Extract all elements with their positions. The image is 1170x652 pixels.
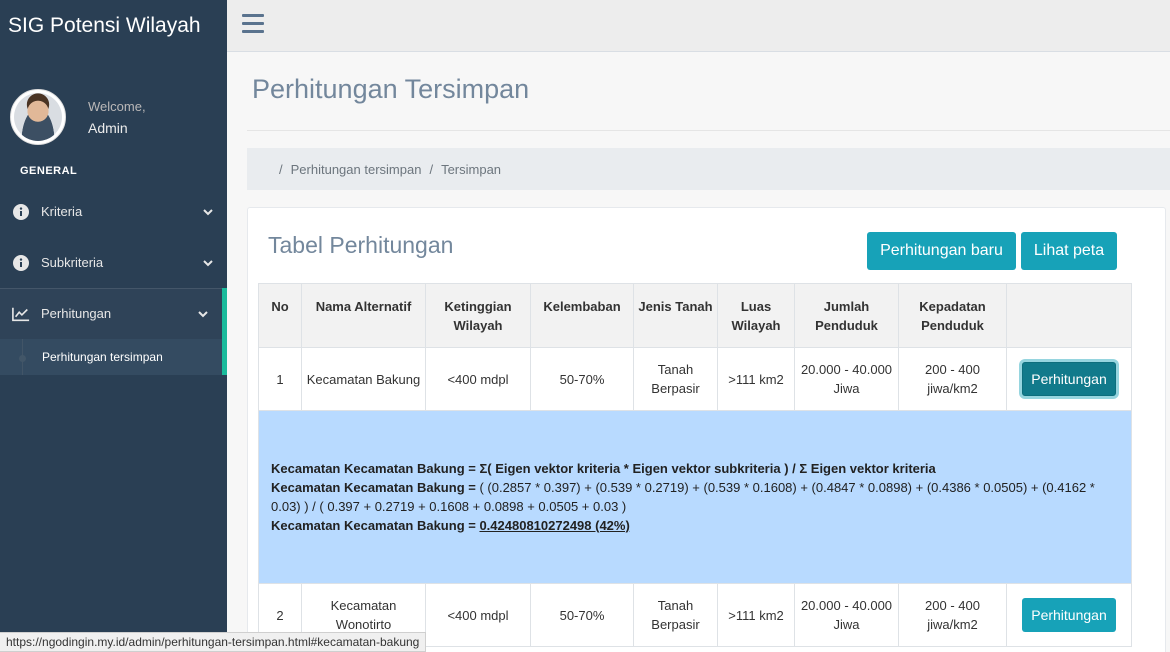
cell-luas: >111 km2 [717, 347, 795, 411]
new-calculation-button[interactable]: Perhitungan baru [867, 232, 1016, 270]
menu-toggle-icon[interactable] [242, 14, 264, 34]
column-header-jumlah-penduduk: Jumlah Penduduk [794, 283, 899, 348]
user-name: Admin [88, 119, 128, 136]
calculation-table: No Nama Alternatif Ketinggian Wilayah Ke… [258, 283, 1132, 647]
profile: Welcome, Admin [0, 52, 227, 162]
cell-kelembaban: 50-70% [530, 583, 634, 647]
breadcrumb: / Perhitungan tersimpan / Tersimpan [247, 148, 1170, 190]
cell-jenis-tanah: Tanah Berpasir [633, 583, 718, 647]
column-header-luas-wilayah: Luas Wilayah [717, 283, 795, 348]
cell-nama: Kecamatan Bakung [301, 347, 426, 411]
detail-formula: Σ( Eigen vektor kriteria * Eigen vektor … [479, 461, 936, 476]
column-header-no: No [258, 283, 302, 348]
cell-kepadatan: 200 - 400 jiwa/km2 [898, 347, 1007, 411]
sidebar-item-label: Kriteria [41, 204, 83, 219]
sidebar-item-kriteria[interactable]: Kriteria [0, 186, 227, 237]
perhitungan-button[interactable]: Perhitungan [1022, 598, 1116, 632]
line-chart-icon [12, 305, 30, 323]
sidebar-item-label: Subkriteria [41, 255, 104, 270]
panel-title: Tabel Perhitungan [268, 232, 454, 258]
column-header-ketinggian: Ketinggian Wilayah [425, 283, 531, 348]
page-title: Perhitungan Tersimpan [252, 74, 530, 104]
main-content: Perhitungan Tersimpan / Perhitungan ters… [227, 52, 1170, 652]
detail-result: 0.42480810272498 (42%) [479, 518, 630, 533]
cell-ketinggian: <400 mdpl [425, 347, 531, 411]
brand-title[interactable]: SIG Potensi Wilayah [0, 0, 227, 52]
welcome-text: Welcome, [88, 98, 146, 114]
sidebar: SIG Potensi Wilayah Welcome, Admin GENER… [0, 0, 227, 652]
breadcrumb-item-perhitungan-tersimpan[interactable]: Perhitungan tersimpan [291, 162, 422, 177]
cell-jenis-tanah: Tanah Berpasir [633, 347, 718, 411]
sidebar-item-perhitungan[interactable]: Perhitungan [0, 288, 227, 339]
breadcrumb-item-tersimpan: Tersimpan [441, 161, 502, 177]
info-circle-icon [12, 254, 30, 272]
detail-label: Kecamatan Kecamatan Bakung = [271, 518, 480, 533]
cell-no: 1 [258, 347, 302, 411]
column-header-jenis-tanah: Jenis Tanah [633, 283, 718, 348]
detail-label: Kecamatan Kecamatan Bakung = [271, 480, 480, 495]
section-title-general: GENERAL [20, 165, 78, 177]
calculation-detail: Kecamatan Kecamatan Bakung = Σ( Eigen ve… [258, 410, 1132, 584]
sidebar-subitem-perhitungan-tersimpan[interactable]: Perhitungan tersimpan [0, 339, 227, 375]
avatar [10, 89, 66, 145]
column-header-nama-alternatif: Nama Alternatif [301, 283, 426, 348]
cell-luas: >111 km2 [717, 583, 795, 647]
info-circle-icon [12, 203, 30, 221]
chevron-down-icon [198, 310, 208, 317]
browser-status-bar: https://ngodingin.my.id/admin/perhitunga… [0, 632, 427, 652]
calculation-panel: Tabel Perhitungan Perhitungan baru Lihat… [247, 207, 1166, 652]
table-row: 1 Kecamatan Bakung <400 mdpl 50-70% Tana… [258, 347, 1132, 411]
column-header-kepadatan-penduduk: Kepadatan Penduduk [898, 283, 1007, 348]
calculation-detail-row: Kecamatan Kecamatan Bakung = Σ( Eigen ve… [258, 410, 1132, 584]
perhitungan-button[interactable]: Perhitungan [1022, 362, 1116, 396]
sidebar-subitem-label: Perhitungan tersimpan [42, 350, 163, 364]
top-nav [227, 0, 1170, 52]
sidebar-item-label: Perhitungan [41, 306, 112, 321]
column-header-action [1006, 283, 1132, 348]
table-header-row: No Nama Alternatif Ketinggian Wilayah Ke… [258, 283, 1132, 348]
view-map-button[interactable]: Lihat peta [1021, 232, 1117, 270]
chevron-down-icon [203, 208, 213, 215]
sidebar-item-subkriteria[interactable]: Subkriteria [0, 237, 227, 288]
divider [247, 130, 1170, 131]
breadcrumb-separator: / [279, 161, 283, 177]
cell-action: Perhitungan [1006, 583, 1132, 647]
cell-action: Perhitungan [1006, 347, 1132, 411]
chevron-down-icon [203, 259, 213, 266]
detail-label: Kecamatan Kecamatan Bakung = [271, 461, 480, 476]
cell-ketinggian: <400 mdpl [425, 583, 531, 647]
cell-kelembaban: 50-70% [530, 347, 634, 411]
cell-jumlah: 20.000 - 40.000 Jiwa [794, 347, 899, 411]
cell-kepadatan: 200 - 400 jiwa/km2 [898, 583, 1007, 647]
cell-jumlah: 20.000 - 40.000 Jiwa [794, 583, 899, 647]
breadcrumb-separator: / [429, 161, 434, 177]
column-header-kelembaban: Kelembaban [530, 283, 634, 348]
